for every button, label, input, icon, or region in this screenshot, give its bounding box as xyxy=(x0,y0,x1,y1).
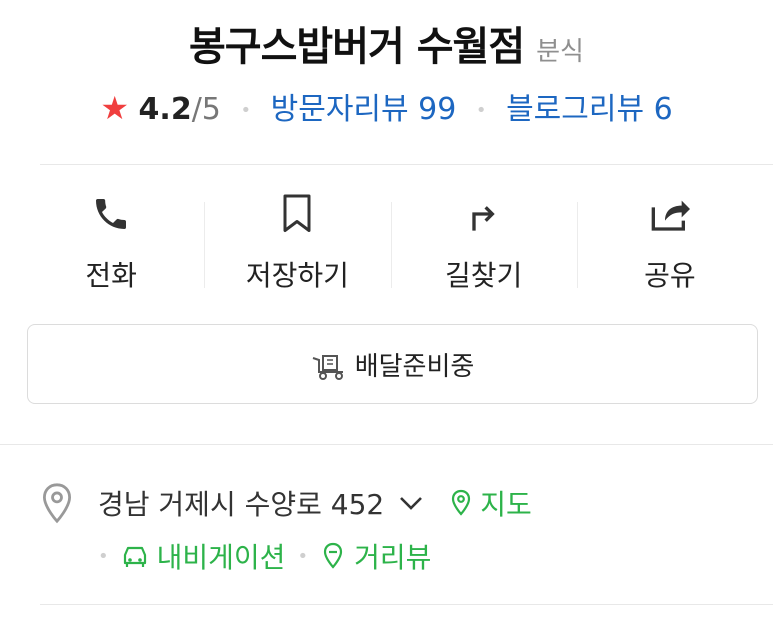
navigation-link[interactable]: 내비게이션 xyxy=(121,536,286,576)
directions-icon xyxy=(462,192,506,236)
address-text[interactable]: 경남 거제시 수양로 452 xyxy=(98,483,384,523)
address-row: 경남 거제시 수양로 452 지도 xyxy=(40,482,532,524)
directions-button[interactable]: 길찾기 xyxy=(390,190,577,300)
directions-label: 길찾기 xyxy=(444,259,523,292)
map-label: 지도 xyxy=(480,488,532,521)
action-bar: 전화 저장하기 길찾기 공유 xyxy=(18,190,763,300)
place-name: 봉구스밥버거 수월점 xyxy=(189,24,525,70)
map-pin-icon xyxy=(452,489,471,516)
divider xyxy=(40,604,773,605)
save-button[interactable]: 저장하기 xyxy=(204,190,390,300)
separator-dot: • xyxy=(475,100,487,121)
save-label: 저장하기 xyxy=(245,259,349,292)
divider xyxy=(40,164,773,165)
delivery-cart-icon xyxy=(312,355,343,380)
separator-dot: • xyxy=(98,545,109,567)
share-label: 공유 xyxy=(644,259,696,292)
delivery-label: 배달준비중 xyxy=(354,351,475,382)
separator-dot: • xyxy=(297,545,309,567)
navigation-label: 내비게이션 xyxy=(156,541,286,574)
blog-reviews-link[interactable]: 블로그리뷰 6 xyxy=(506,92,673,127)
place-header: 봉구스밥버거 수월점 분식 xyxy=(0,14,773,72)
call-button[interactable]: 전화 xyxy=(18,190,204,300)
chevron-down-icon[interactable] xyxy=(398,495,424,511)
call-label: 전화 xyxy=(85,259,137,292)
divider xyxy=(0,444,773,445)
bookmark-icon xyxy=(275,192,319,236)
map-link[interactable]: 지도 xyxy=(448,483,532,523)
navigation-row: • 내비게이션 • 거리뷰 xyxy=(98,536,431,576)
rating-score: 4.2 xyxy=(138,92,192,127)
street-view-pin-icon xyxy=(323,542,343,569)
share-icon xyxy=(648,192,692,236)
phone-icon xyxy=(89,192,133,236)
car-icon xyxy=(123,546,146,567)
rating-max: /5 xyxy=(191,92,221,127)
visitor-reviews-link[interactable]: 방문자리뷰 99 xyxy=(271,92,457,127)
street-view-link[interactable]: 거리뷰 xyxy=(320,536,431,576)
rating-row: ★ 4.2/5 • 방문자리뷰 99 • 블로그리뷰 6 xyxy=(0,84,773,128)
location-pin-icon xyxy=(42,483,72,524)
street-view-label: 거리뷰 xyxy=(354,541,432,574)
delivery-status-button[interactable]: 배달준비중 xyxy=(27,324,758,404)
star-icon: ★ xyxy=(100,89,129,127)
separator-dot: • xyxy=(240,100,252,121)
place-category: 분식 xyxy=(536,37,584,67)
share-button[interactable]: 공유 xyxy=(576,190,763,300)
